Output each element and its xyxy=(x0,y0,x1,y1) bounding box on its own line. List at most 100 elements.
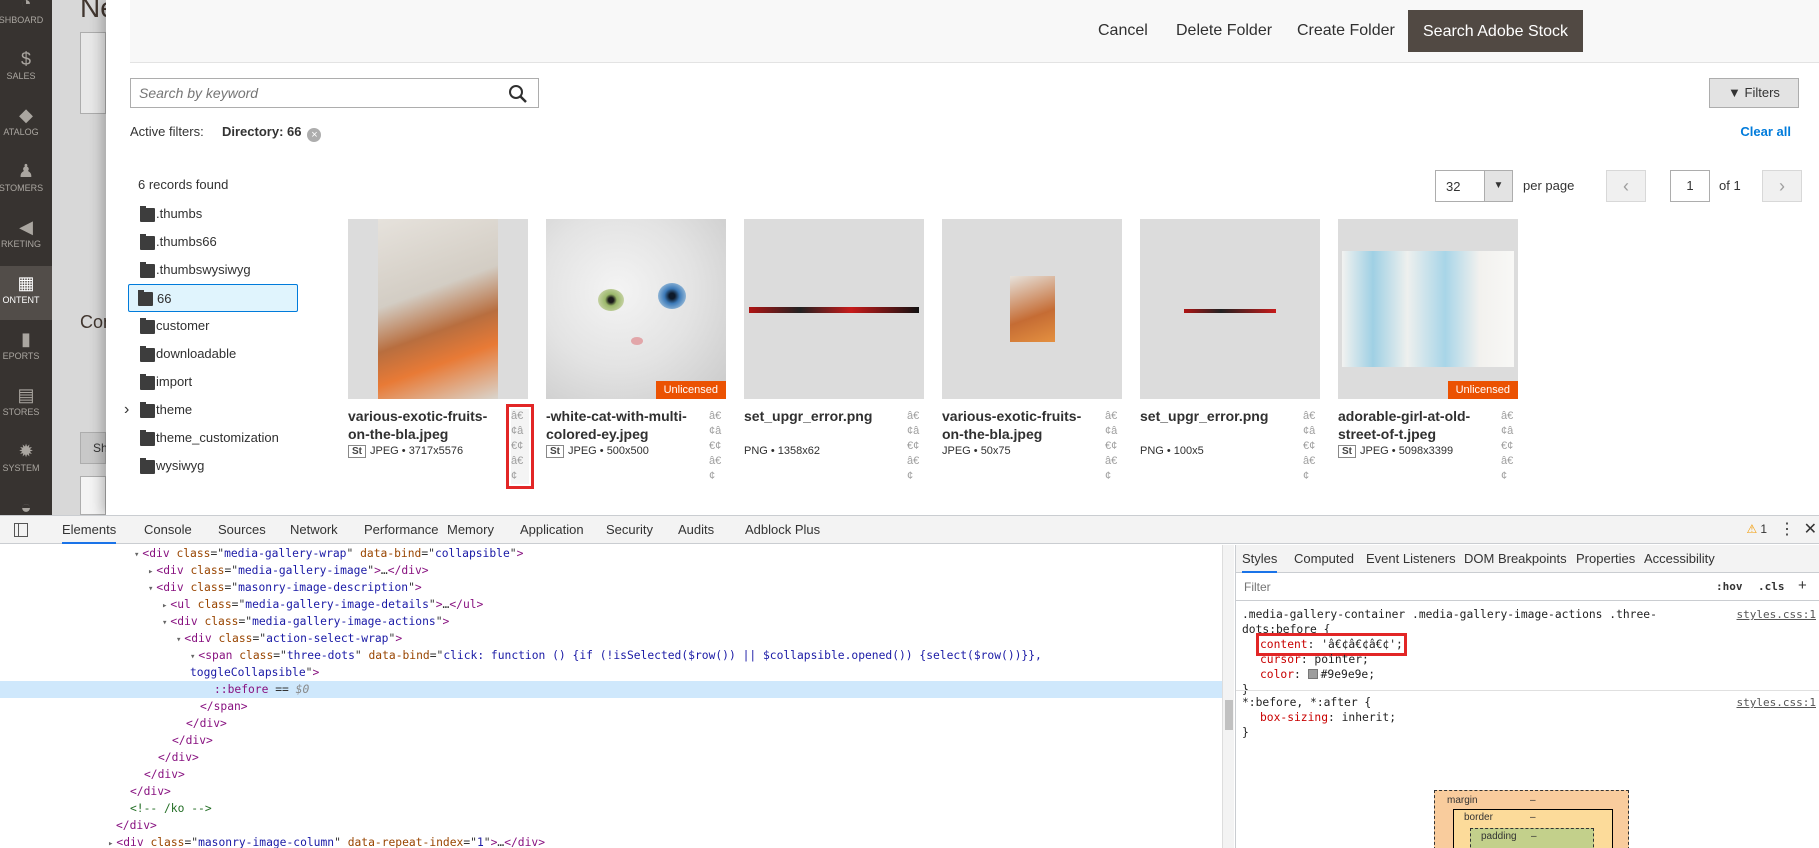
dom-node-line[interactable]: ▾ <div class="masonry-image-description"> xyxy=(0,579,1222,596)
admin-nav-item-3[interactable]: ◆ ATALOG xyxy=(0,98,52,152)
expand-arrow-icon[interactable]: ▾ xyxy=(162,618,167,628)
search-adobe-stock-button[interactable]: Search Adobe Stock xyxy=(1408,10,1583,52)
cancel-button[interactable]: Cancel xyxy=(1084,10,1162,52)
dom-node-line[interactable]: ▸ <div class="masonry-image-column" data-… xyxy=(0,834,1222,848)
collapse-arrow-icon[interactable]: ▸ xyxy=(108,839,113,848)
image-thumbnail[interactable] xyxy=(744,219,924,399)
image-card[interactable]: set_upgr_error.png PNG • 100x5 â€¢â€¢â€¢ xyxy=(1140,219,1320,482)
image-thumbnail[interactable]: Unlicensed xyxy=(546,219,726,399)
dom-node-line[interactable]: ::before == $0 xyxy=(0,681,1222,698)
admin-nav-item-5[interactable]: ◀ RKETING xyxy=(0,210,52,264)
image-card[interactable]: various-exotic-fruits-on-the-bla.jpeg JPE… xyxy=(942,219,1122,482)
create-folder-button[interactable]: Create Folder xyxy=(1283,10,1409,52)
page-number-input[interactable]: 1 xyxy=(1670,170,1710,202)
devtools-tab-adblock-plus[interactable]: Adblock Plus xyxy=(745,516,820,544)
new-rule-icon[interactable]: + xyxy=(1798,577,1807,594)
color-swatch[interactable] xyxy=(1307,669,1318,679)
dom-node-line[interactable]: ▸ <div class="media-gallery-image">…</div… xyxy=(0,562,1222,579)
three-dots-menu[interactable]: â€¢â€¢â€¢ xyxy=(907,409,925,484)
collapse-arrow-icon[interactable]: ▸ xyxy=(148,567,153,577)
css-declaration[interactable]: content: 'â€¢â€¢â€¢'; xyxy=(1242,633,1814,656)
previous-page-button[interactable]: ‹ xyxy=(1606,170,1646,202)
dom-node-line[interactable]: ▾ <div class="media-gallery-wrap" data-bi… xyxy=(0,545,1222,562)
styles-tab-dom-breakpoints[interactable]: DOM Breakpoints xyxy=(1464,545,1567,573)
clear-all-link[interactable]: Clear all xyxy=(1740,124,1791,139)
dom-node-line[interactable]: </div> xyxy=(0,783,1222,800)
dom-node-line[interactable]: ▸ <ul class="media-gallery-image-details"… xyxy=(0,596,1222,613)
styles-tab-computed[interactable]: Computed xyxy=(1294,545,1354,573)
admin-nav-item-7[interactable]: ▮ EPORTS xyxy=(0,322,52,376)
expand-arrow-icon[interactable]: ▾ xyxy=(190,652,195,662)
image-thumbnail[interactable] xyxy=(1140,219,1320,399)
expand-arrow-icon[interactable]: ▾ xyxy=(134,550,139,560)
devtools-tab-performance[interactable]: Performance xyxy=(364,516,438,544)
dom-node-line[interactable]: ▾ <span class="three-dots" data-bind="cli… xyxy=(0,647,1222,664)
dom-node-line[interactable]: <!-- /ko --> xyxy=(0,800,1222,817)
folder-item[interactable]: 66 xyxy=(128,284,298,312)
dom-node-line[interactable]: </div> xyxy=(0,715,1222,732)
warning-counter[interactable]: ⚠ 1 xyxy=(1747,522,1767,536)
dom-node-line[interactable]: </div> xyxy=(0,749,1222,766)
devtools-tab-network[interactable]: Network xyxy=(290,516,338,544)
image-card[interactable]: set_upgr_error.png PNG • 1358x62 â€¢â€¢â€¢ xyxy=(744,219,924,482)
devtools-tab-console[interactable]: Console xyxy=(144,516,192,544)
styles-tab-accessibility[interactable]: Accessibility xyxy=(1644,545,1715,573)
chevron-right-icon[interactable]: › xyxy=(124,396,129,424)
dom-node-line[interactable]: ▾ <div class="action-select-wrap"> xyxy=(0,630,1222,647)
search-input[interactable] xyxy=(131,79,491,107)
devtools-tab-security[interactable]: Security xyxy=(606,516,653,544)
dom-node-line[interactable]: </span> xyxy=(0,698,1222,715)
three-dots-menu[interactable]: â€¢â€¢â€¢ xyxy=(1105,409,1123,484)
image-thumbnail[interactable]: Unlicensed xyxy=(1338,219,1518,399)
css-declaration[interactable]: box-sizing: inherit; xyxy=(1242,710,1814,725)
dom-node-line[interactable]: </div> xyxy=(0,766,1222,783)
folder-item[interactable]: .thumbs xyxy=(120,200,280,228)
dom-node-line[interactable]: toggleCollapsible"> xyxy=(0,664,1222,681)
three-dots-menu[interactable]: â€¢â€¢â€¢ xyxy=(506,404,534,489)
class-toggle[interactable]: .cls xyxy=(1758,580,1785,593)
stylesheet-link[interactable]: styles.css:1 xyxy=(1737,607,1816,622)
folder-item[interactable]: .thumbswysiwyg xyxy=(120,256,280,284)
admin-nav-item-4[interactable]: ♟ STOMERS xyxy=(0,154,52,208)
image-thumbnail[interactable] xyxy=(348,219,528,399)
styles-filter-input[interactable] xyxy=(1240,578,1700,596)
folder-item[interactable]: wysiwyg xyxy=(120,452,280,480)
styles-tab-properties[interactable]: Properties xyxy=(1576,545,1635,573)
image-card[interactable]: Unlicensed adorable-girl-at-old-street-of… xyxy=(1338,219,1518,482)
image-card[interactable]: Unlicensed -white-cat-with-multi-colored-… xyxy=(546,219,726,482)
collapse-arrow-icon[interactable]: ▸ xyxy=(162,601,167,611)
devtools-tab-elements[interactable]: Elements xyxy=(62,516,117,544)
per-page-select[interactable]: 32 ▼ xyxy=(1435,170,1513,202)
folder-item[interactable]: › theme xyxy=(120,396,280,424)
dom-node-line[interactable]: </div> xyxy=(0,817,1222,834)
devtools-tab-sources[interactable]: Sources xyxy=(218,516,266,544)
expand-arrow-icon[interactable]: ▾ xyxy=(148,584,153,594)
three-dots-menu[interactable]: â€¢â€¢â€¢ xyxy=(1303,409,1321,484)
rule-selector[interactable]: .media-gallery-container .media-gallery-… xyxy=(1242,607,1682,637)
admin-nav-item-6[interactable]: ▦ ONTENT xyxy=(0,266,52,320)
filters-button[interactable]: ▼ Filters xyxy=(1709,78,1799,108)
devtools-tab-application[interactable]: Application xyxy=(520,516,584,544)
expand-arrow-icon[interactable]: ▾ xyxy=(176,635,181,645)
remove-filter-icon[interactable]: × xyxy=(307,128,322,142)
chevron-down-icon[interactable]: ▼ xyxy=(1484,171,1512,201)
three-dots-menu[interactable]: â€¢â€¢â€¢ xyxy=(1501,409,1519,484)
devtools-tab-audits[interactable]: Audits xyxy=(678,516,714,544)
three-dots-menu[interactable]: â€¢â€¢â€¢ xyxy=(709,409,727,484)
styles-tab-styles[interactable]: Styles xyxy=(1242,545,1278,573)
admin-nav-item-9[interactable]: ✹ SYSTEM xyxy=(0,434,52,488)
folder-item[interactable]: customer xyxy=(120,312,280,340)
folder-item[interactable]: theme_customization xyxy=(120,424,280,452)
css-declaration[interactable]: color: #9e9e9e; xyxy=(1242,667,1814,682)
admin-nav-item-2[interactable]: $ SALES xyxy=(0,42,52,96)
more-options-icon[interactable]: ⋮ xyxy=(1779,519,1795,539)
dom-node-line[interactable]: ▾ <div class="media-gallery-image-actions… xyxy=(0,613,1222,630)
folder-item[interactable]: import xyxy=(120,368,280,396)
admin-nav-item-1[interactable]: ◔ SHBOARD xyxy=(0,0,52,40)
next-page-button[interactable]: › xyxy=(1762,170,1802,202)
css-declaration[interactable]: cursor: pointer; xyxy=(1242,652,1814,667)
styles-tab-event-listeners[interactable]: Event Listeners xyxy=(1366,545,1456,573)
stylesheet-link[interactable]: styles.css:1 xyxy=(1737,695,1816,710)
image-thumbnail[interactable] xyxy=(942,219,1122,399)
devtools-tab-memory[interactable]: Memory xyxy=(447,516,494,544)
